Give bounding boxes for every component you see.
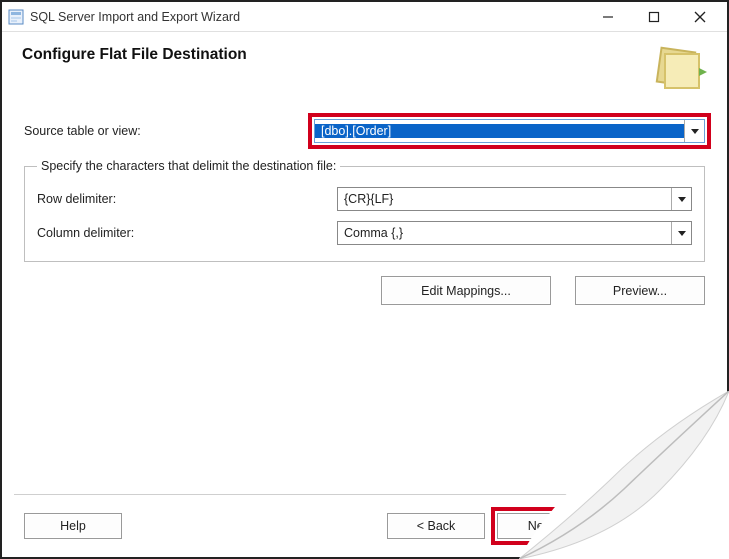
column-delimiter-label: Column delimiter:	[37, 226, 337, 240]
chevron-down-icon[interactable]	[671, 188, 691, 210]
source-table-label: Source table or view:	[24, 124, 314, 138]
mid-button-row: Edit Mappings... Preview...	[24, 276, 705, 305]
maximize-button[interactable]	[631, 2, 677, 31]
edit-mappings-button[interactable]: Edit Mappings...	[381, 276, 551, 305]
help-button[interactable]: Help	[24, 513, 122, 539]
source-table-value: [dbo].[Order]	[315, 124, 684, 138]
app-icon	[8, 9, 24, 25]
column-delimiter-value: Comma {,}	[338, 226, 671, 240]
row-delimiter-label: Row delimiter:	[37, 192, 337, 206]
chevron-down-icon[interactable]	[684, 120, 704, 142]
finish-button: Finish >|	[607, 513, 705, 539]
row-delimiter-value: {CR}{LF}	[338, 192, 671, 206]
window-buttons	[585, 2, 723, 31]
page-title: Configure Flat File Destination	[22, 46, 653, 64]
column-delimiter-select[interactable]: Comma {,}	[337, 221, 692, 245]
back-button[interactable]: < Back	[387, 513, 485, 539]
source-table-select[interactable]: [dbo].[Order]	[314, 119, 705, 143]
titlebar: SQL Server Import and Export Wizard	[2, 2, 727, 32]
chevron-down-icon[interactable]	[671, 222, 691, 244]
next-button[interactable]: Next >	[497, 513, 595, 539]
row-delimiter-row: Row delimiter: {CR}{LF}	[37, 187, 692, 211]
column-delimiter-row: Column delimiter: Comma {,}	[37, 221, 692, 245]
preview-button[interactable]: Preview...	[575, 276, 705, 305]
page-header: Configure Flat File Destination	[2, 32, 727, 101]
content-area: Source table or view: [dbo].[Order] Spec…	[2, 101, 727, 494]
delimiter-group: Specify the characters that delimit the …	[24, 159, 705, 262]
footer: Help < Back Next > Finish >|	[2, 495, 727, 557]
source-table-row: Source table or view: [dbo].[Order]	[24, 119, 705, 143]
wizard-icon	[653, 46, 707, 92]
close-button[interactable]	[677, 2, 723, 31]
minimize-button[interactable]	[585, 2, 631, 31]
window-title: SQL Server Import and Export Wizard	[30, 10, 585, 24]
row-delimiter-select[interactable]: {CR}{LF}	[337, 187, 692, 211]
wizard-window: SQL Server Import and Export Wizard Conf…	[0, 0, 729, 559]
delimiter-legend: Specify the characters that delimit the …	[37, 159, 340, 173]
